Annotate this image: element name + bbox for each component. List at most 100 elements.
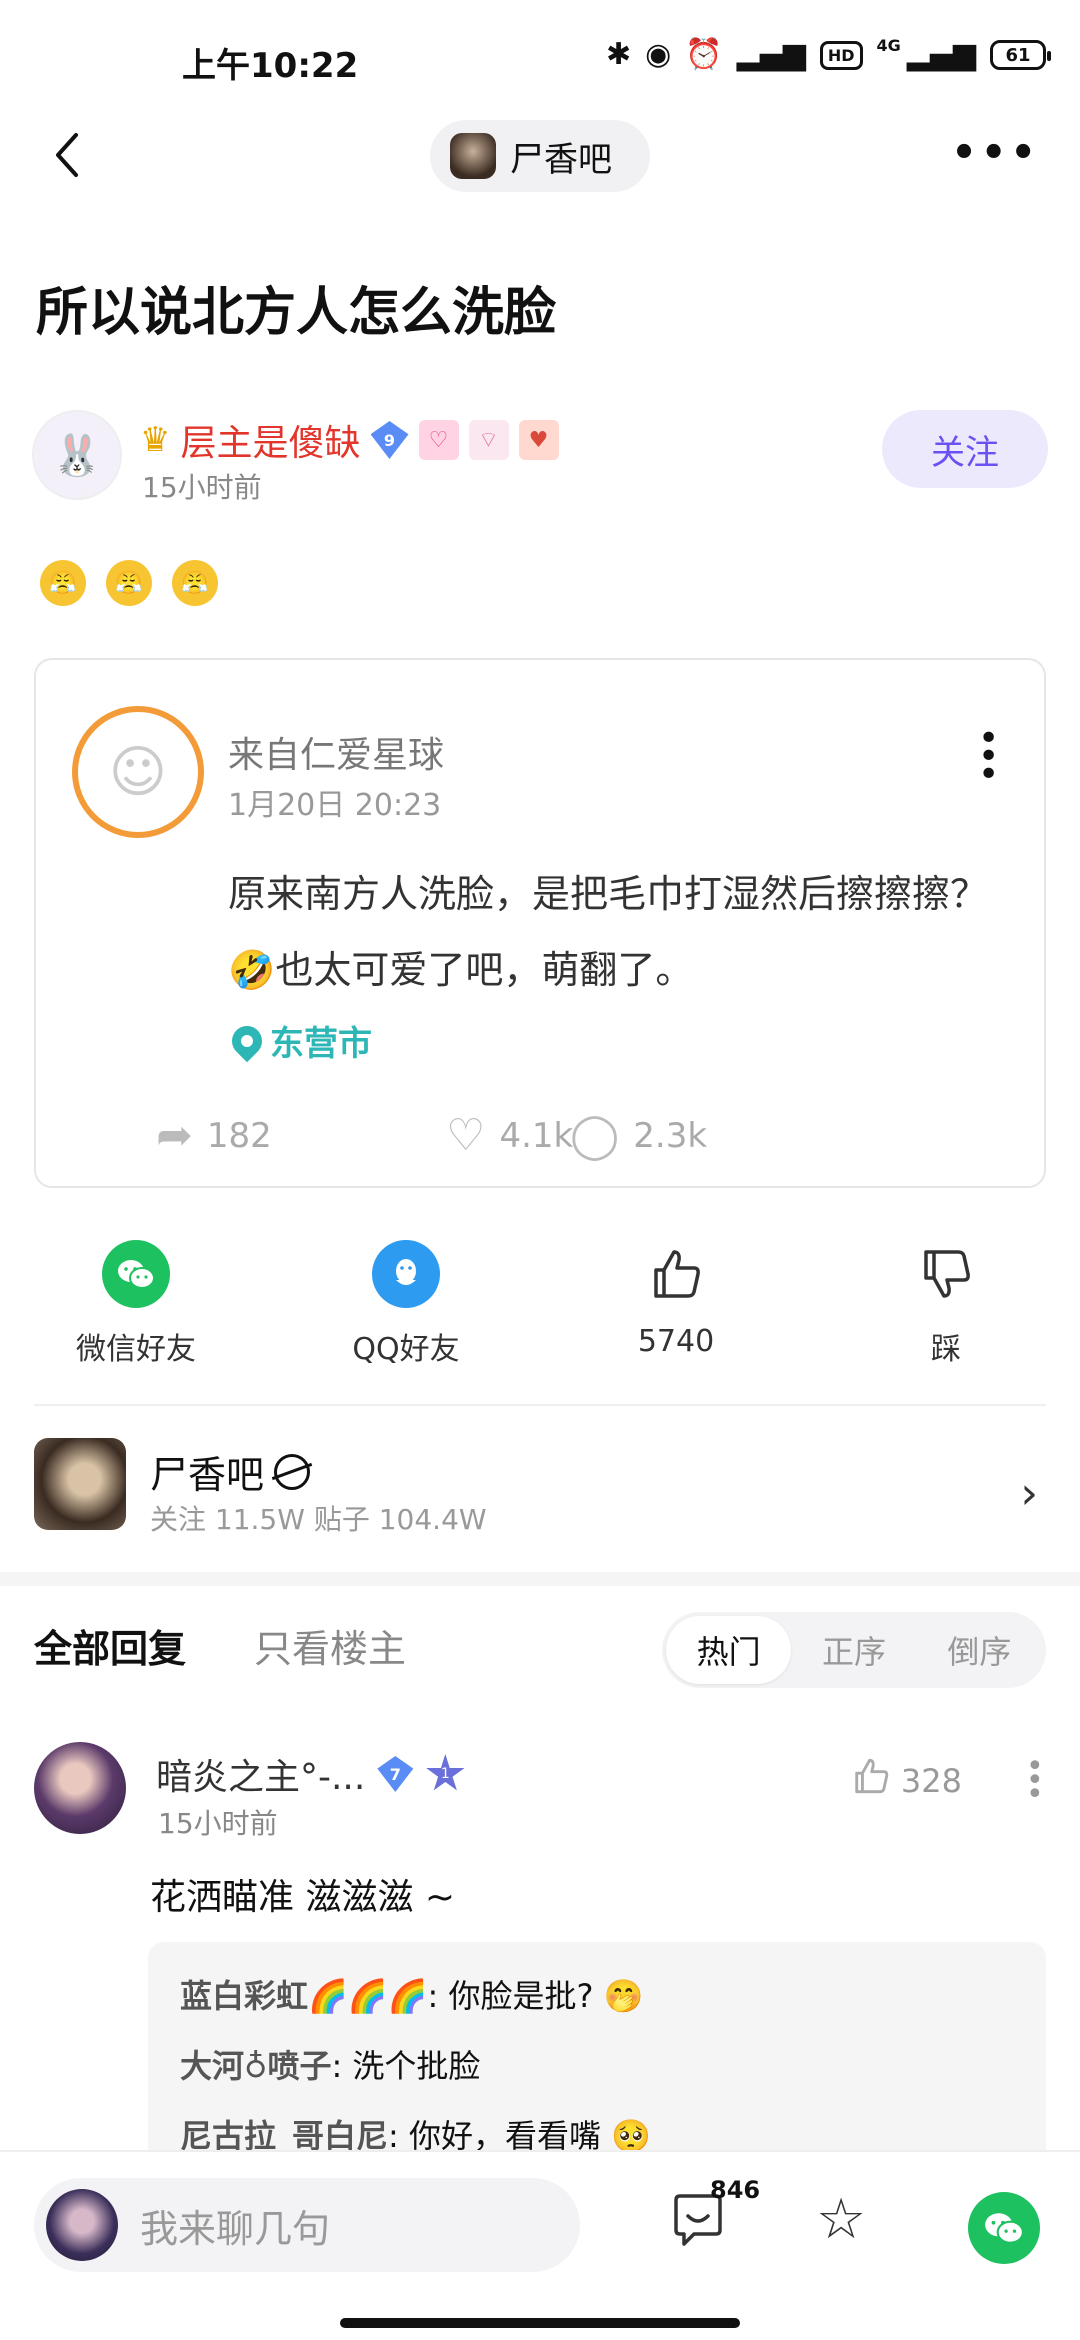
- network-type: 4G: [876, 36, 901, 55]
- screenshot-share-stat: ➦ 182: [156, 1110, 272, 1161]
- forum-stats: 关注 11.5W 贴子 104.4W: [150, 1503, 487, 1536]
- broken-heart-badge-icon: ♥: [518, 420, 559, 460]
- forum-pill[interactable]: 尸香吧: [430, 120, 650, 192]
- bluetooth-icon: ✱: [605, 37, 632, 72]
- home-indicator: [340, 2318, 740, 2328]
- forum-avatar-mini: [450, 133, 496, 179]
- like-count: 5740: [637, 1324, 715, 1359]
- comment-count: 846: [710, 2176, 761, 2204]
- post-image[interactable]: ☺ 来自仁爱星球 1月20日 20:23 • • • 原来南方人洗脸，是把毛巾打湿然…: [34, 658, 1046, 1188]
- ribbon-badge-icon: ⌔: [468, 420, 509, 460]
- sub-reply: 蓝白彩虹🌈🌈🌈: 你脸是批? 🤭: [180, 1966, 1014, 2036]
- author-name[interactable]: 层主是傻缺: [180, 414, 360, 466]
- chevron-right-icon: ›: [1020, 1468, 1038, 1519]
- forum-entry[interactable]: 尸香吧 关注 11.5W 贴子 104.4W ›: [34, 1438, 1046, 1538]
- comment-like-count: 328: [900, 1762, 962, 1800]
- thumbs-up-icon: [851, 1756, 891, 1806]
- sub-reply-user[interactable]: 大河♁喷子: [180, 2047, 331, 2085]
- wechat-share-icon[interactable]: [968, 2192, 1040, 2264]
- sort-asc[interactable]: 正序: [791, 1616, 916, 1684]
- forum-name-line: 尸香吧: [150, 1444, 311, 1499]
- commenter-name[interactable]: 暗炎之主°-...: [156, 1748, 365, 1800]
- screenshot-avatar: ☺: [72, 706, 204, 838]
- divider: [34, 1404, 1046, 1406]
- sub-reply-user[interactable]: 蓝白彩虹🌈🌈🌈: [180, 1977, 428, 2015]
- location-pin-icon: [225, 1019, 269, 1062]
- emoji-face: 😤: [172, 560, 218, 606]
- qq-icon: [372, 1240, 440, 1308]
- commenter-star-badge-icon: 1: [426, 1754, 465, 1791]
- share-qq-label: QQ好友: [352, 1332, 460, 1367]
- back-arrow-icon: [56, 133, 78, 177]
- back-button[interactable]: [40, 120, 92, 190]
- post-title: 所以说北方人怎么洗脸: [36, 283, 557, 343]
- forum-avatar: [34, 1438, 126, 1530]
- comment-time: 15小时前: [158, 1807, 278, 1840]
- sub-reply: 大河♁喷子: 洗个批脸: [180, 2036, 1014, 2106]
- forum-pill-label: 尸香吧: [510, 139, 612, 180]
- battery-icon: 61: [990, 40, 1051, 70]
- heart-icon: ♡: [446, 1110, 486, 1161]
- author-avatar[interactable]: 🐰: [32, 410, 122, 500]
- comment-item: 暗炎之主°-... 7 1 15小时前 328 • • • 花洒瞄准 滋滋滋 ~ 蓝…: [34, 1742, 1046, 2172]
- like-button[interactable]: 5740: [576, 1240, 776, 1359]
- screenshot-stats: ➦ 182 ♡ 4.1k ◯ 2.3k: [36, 1110, 1044, 1170]
- comment-like-button[interactable]: 328: [851, 1756, 962, 1806]
- sub-reply-text: : 洗个批脸: [331, 2047, 481, 2085]
- follow-button[interactable]: 关注: [882, 410, 1048, 488]
- thumbs-up-icon: [642, 1240, 710, 1308]
- author-name-line: ♛ 层主是傻缺 9 ♡ ⌔ ♥: [140, 414, 559, 466]
- sort-toggle: 热门 正序 倒序: [662, 1612, 1046, 1688]
- dislike-button[interactable]: 踩: [846, 1240, 1046, 1368]
- status-time: 上午10:22: [182, 46, 359, 86]
- sort-hot[interactable]: 热门: [666, 1616, 792, 1684]
- status-icons: ✱ ◉ ⏰ ▂▄▆ HD 4G ▂▄▆ 61: [605, 36, 1051, 72]
- sub-replies[interactable]: 蓝白彩虹🌈🌈🌈: 你脸是批? 🤭 大河♁喷子: 洗个批脸 尼古拉_哥白尼: 你好…: [148, 1942, 1046, 2172]
- crown-icon: ♛: [140, 420, 171, 460]
- screenshot-user: 来自仁爱星球: [228, 735, 445, 776]
- toggle-icon: ◉: [645, 37, 672, 72]
- commenter-level-icon: 7: [377, 1756, 414, 1792]
- screenshot-location-text: 东营市: [270, 1024, 372, 1064]
- wechat-icon: [102, 1240, 170, 1308]
- post-emojis: 😤 😤 😤: [40, 560, 218, 606]
- author-time: 15小时前: [142, 471, 262, 504]
- share-wechat-button[interactable]: 微信好友: [36, 1240, 236, 1368]
- thumbs-down-icon: [912, 1240, 980, 1308]
- screenshot-like-stat: ♡ 4.1k: [446, 1110, 573, 1161]
- screenshot-location: 东营市: [225, 1016, 372, 1065]
- more-menu-button[interactable]: •••: [951, 130, 1040, 176]
- heart-badge-icon: ♡: [418, 420, 459, 460]
- section-separator: [0, 1572, 1080, 1586]
- alarm-icon: ⏰: [685, 37, 723, 72]
- screenshot-menu-icon: • • •: [978, 718, 1000, 795]
- emoji-face: 😤: [106, 560, 152, 606]
- reply-input[interactable]: 我来聊几句: [34, 2178, 580, 2272]
- sort-desc[interactable]: 倒序: [917, 1616, 1042, 1684]
- screenshot-comment-stat: ◯ 2.3k: [570, 1110, 707, 1161]
- favorite-star-icon[interactable]: ☆: [816, 2188, 866, 2252]
- screenshot-comment-count: 2.3k: [633, 1115, 708, 1156]
- signal-icon-2: ▂▄▆: [906, 37, 976, 72]
- commenter-avatar[interactable]: [34, 1742, 126, 1834]
- comment-menu-icon[interactable]: • • •: [1026, 1752, 1044, 1810]
- planet-icon: [274, 1453, 311, 1490]
- comment-bubble-icon: ◯: [570, 1110, 620, 1161]
- my-avatar: [46, 2189, 118, 2261]
- hd-icon: HD: [819, 40, 863, 70]
- reply-input-placeholder: 我来聊几句: [140, 2206, 331, 2251]
- screenshot-share-count: 182: [206, 1115, 272, 1156]
- share-qq-button[interactable]: QQ好友: [306, 1240, 506, 1368]
- author-row: 🐰 ♛ 层主是傻缺 9 ♡ ⌔ ♥ 15小时前 关注: [32, 410, 1048, 510]
- comment-text: 花洒瞄准 滋滋滋 ~: [150, 1877, 456, 1918]
- commenter-name-line: 暗炎之主°-... 7 1: [156, 1748, 465, 1800]
- sub-reply-text: : 你脸是批? 🤭: [427, 1977, 644, 2015]
- screenshot-text: 原来南方人洗脸，是把毛巾打湿然后擦擦擦？🤣也太可爱了吧，萌翻了。: [228, 872, 989, 992]
- tab-all-replies[interactable]: 全部回复: [34, 1618, 186, 1673]
- signal-icon: ▂▄▆: [736, 37, 806, 72]
- tab-op-only[interactable]: 只看楼主: [254, 1618, 406, 1673]
- status-bar: 上午10:22 ✱ ◉ ⏰ ▂▄▆ HD 4G ▂▄▆ 61: [0, 0, 1080, 120]
- dislike-label: 踩: [931, 1332, 961, 1367]
- emoji-face: 😤: [40, 560, 86, 606]
- more-dots-icon: •••: [951, 130, 1040, 176]
